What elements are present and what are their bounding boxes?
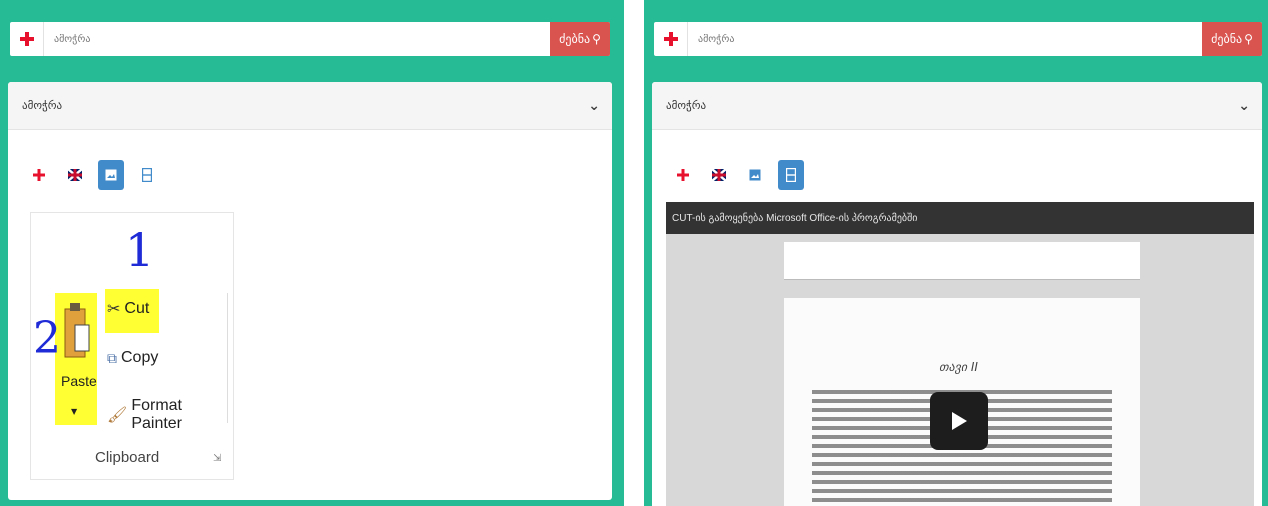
card-header[interactable]: ამოჭრა ⌄	[652, 82, 1262, 130]
paste-label: Paste	[61, 373, 97, 389]
dictionary-card: ამოჭრა ⌄ CUT-ის გამოყენება Microsoft Off…	[652, 82, 1262, 506]
search-button-label: ძებნა	[1211, 32, 1243, 46]
content-tabs	[26, 160, 160, 190]
right-panel: ძებნა ⚲ ამოჭრა ⌄ CUT-ის გამოყენება Mi	[644, 0, 1268, 506]
copy-icon: ⧉	[107, 349, 117, 366]
clipboard-group-label: Clipboard	[95, 449, 160, 466]
image-icon	[749, 169, 761, 181]
search-input[interactable]	[44, 23, 550, 55]
play-button[interactable]	[930, 392, 988, 450]
card-title: ამოჭრა	[22, 99, 63, 112]
play-icon	[952, 412, 967, 430]
tab-image[interactable]	[742, 160, 768, 190]
uk-flag-icon	[712, 169, 726, 181]
content-tabs	[670, 160, 804, 190]
tab-video[interactable]	[778, 160, 804, 190]
georgian-flag-icon	[19, 32, 34, 46]
chevron-down-icon[interactable]: ⌄	[588, 98, 600, 114]
video-title: CUT-ის გამოყენება Microsoft Office-ის პრ…	[672, 212, 918, 224]
tab-image[interactable]	[98, 160, 124, 190]
document-ruler	[784, 242, 1140, 280]
card-header[interactable]: ამოჭრა ⌄	[8, 82, 612, 130]
format-painter-command: 🖌 Format Painter	[107, 397, 233, 433]
cut-command: ✂ Cut	[107, 299, 149, 319]
video-player[interactable]: CUT-ის გამოყენება Microsoft Office-ის პრ…	[666, 202, 1254, 506]
left-panel: ძებნა ⚲ ამოჭრა ⌄	[0, 0, 624, 506]
copy-command: ⧉ Copy	[107, 349, 158, 367]
search-input[interactable]	[688, 23, 1202, 55]
ribbon-separator	[227, 293, 228, 423]
georgian-flag-icon	[677, 169, 689, 181]
tab-video[interactable]	[134, 160, 160, 190]
tab-english[interactable]	[62, 160, 88, 190]
format-painter-icon: 🖌	[107, 407, 128, 424]
document-heading: თავი II	[939, 360, 978, 374]
video-icon	[142, 168, 152, 182]
video-title-bar: CUT-ის გამოყენება Microsoft Office-ის პრ…	[666, 202, 1254, 234]
search-icon: ⚲	[1244, 32, 1253, 46]
language-selector[interactable]	[10, 22, 44, 56]
georgian-flag-icon	[663, 32, 678, 46]
chevron-down-icon[interactable]: ⌄	[1238, 98, 1250, 114]
clipboard-ribbon-image: Paste ▼ ✂ Cut ⧉ Copy 🖌 Format Painter Cl…	[30, 212, 234, 480]
annotation-mark-1: 1	[125, 223, 155, 277]
dialog-launcher-icon: ⇲	[213, 453, 222, 464]
scissors-icon: ✂	[107, 301, 121, 318]
search-button-label: ძებნა	[559, 32, 591, 46]
image-icon	[105, 169, 117, 181]
uk-flag-icon	[68, 169, 82, 181]
cut-label: Cut	[124, 300, 150, 317]
search-bar: ძებნა ⚲	[10, 22, 610, 56]
search-button[interactable]: ძებნა ⚲	[550, 22, 610, 56]
video-frame: თავი II	[666, 234, 1254, 506]
search-bar: ძებნა ⚲	[654, 22, 1262, 56]
georgian-flag-icon	[33, 169, 45, 181]
paste-dropdown-icon: ▼	[71, 407, 78, 416]
format-painter-label: Format Painter	[131, 397, 183, 432]
dictionary-card: ამოჭრა ⌄ Paste ▼ ✂ Cut ⧉ Copy 🖌 Format P…	[8, 82, 612, 500]
card-title: ამოჭრა	[666, 99, 707, 112]
search-icon: ⚲	[592, 32, 601, 46]
tab-georgian[interactable]	[26, 160, 52, 190]
search-button[interactable]: ძებნა ⚲	[1202, 22, 1262, 56]
annotation-mark-2: 2	[33, 313, 61, 364]
language-selector[interactable]	[654, 22, 688, 56]
tab-english[interactable]	[706, 160, 732, 190]
tab-georgian[interactable]	[670, 160, 696, 190]
clipboard-icon	[64, 303, 90, 358]
copy-label: Copy	[121, 349, 159, 366]
video-icon	[786, 168, 796, 182]
